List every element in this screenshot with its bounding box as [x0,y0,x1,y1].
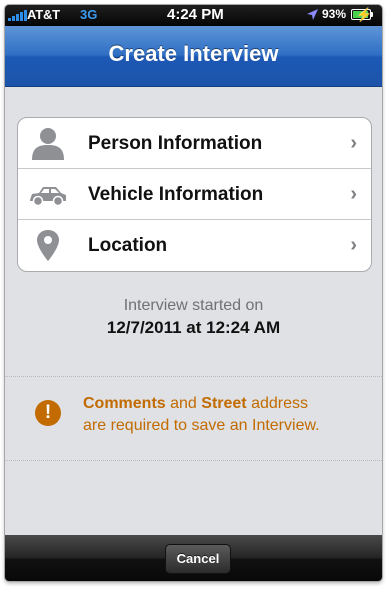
divider [5,376,382,377]
divider [5,460,382,461]
chevron-right-icon: › [350,234,357,256]
warning-required-field-street: Street [201,395,247,412]
signal-strength-icon [8,10,27,21]
warning-required-field-comments: Comments [83,395,166,412]
bottom-toolbar: Cancel [5,535,382,581]
navigation-bar: Create Interview [5,26,382,87]
warning-text-line2: are required to save an Interview. [83,417,320,434]
chevron-right-icon: › [350,132,357,154]
phone-screen: AT&T 3G 4:24 PM 93% ⚡ Create Interview P… [5,5,382,581]
cancel-button[interactable]: Cancel [165,544,231,574]
page-title: Create Interview [108,41,279,66]
interview-started-label: Interview started on [123,297,264,314]
interview-started-date: 12/7/2011 at 12:24 AM [106,318,281,337]
charging-bolt-icon: ⚡ [356,7,373,22]
status-time: 4:24 PM [167,6,224,23]
menu-item-label: Location [88,235,168,256]
battery-percent: 93% [322,7,347,21]
menu-item-label: Vehicle Information [88,184,264,205]
warning-text-address: address [246,395,309,412]
menu-item-label: Person Information [88,133,263,154]
interview-sections-list: Person Information › Vehicle Information… [17,117,372,272]
map-pin-icon [28,228,68,262]
menu-item-location[interactable]: Location › [18,220,371,271]
person-icon [28,126,68,160]
status-bar: AT&T 3G 4:24 PM 93% ⚡ [5,5,382,26]
main-content: Person Information › Vehicle Information… [5,87,382,535]
menu-item-person-information[interactable]: Person Information › [18,118,371,169]
warning-icon: ! [35,400,61,426]
chevron-right-icon: › [350,183,357,205]
location-services-icon [306,8,319,24]
warning-connector: and [165,395,202,412]
menu-item-vehicle-information[interactable]: Vehicle Information › [18,169,371,220]
carrier-name: AT&T [27,7,60,22]
required-fields-warning: Comments and Street address are required… [83,393,373,437]
network-type: 3G [80,7,98,22]
car-icon [28,177,68,211]
